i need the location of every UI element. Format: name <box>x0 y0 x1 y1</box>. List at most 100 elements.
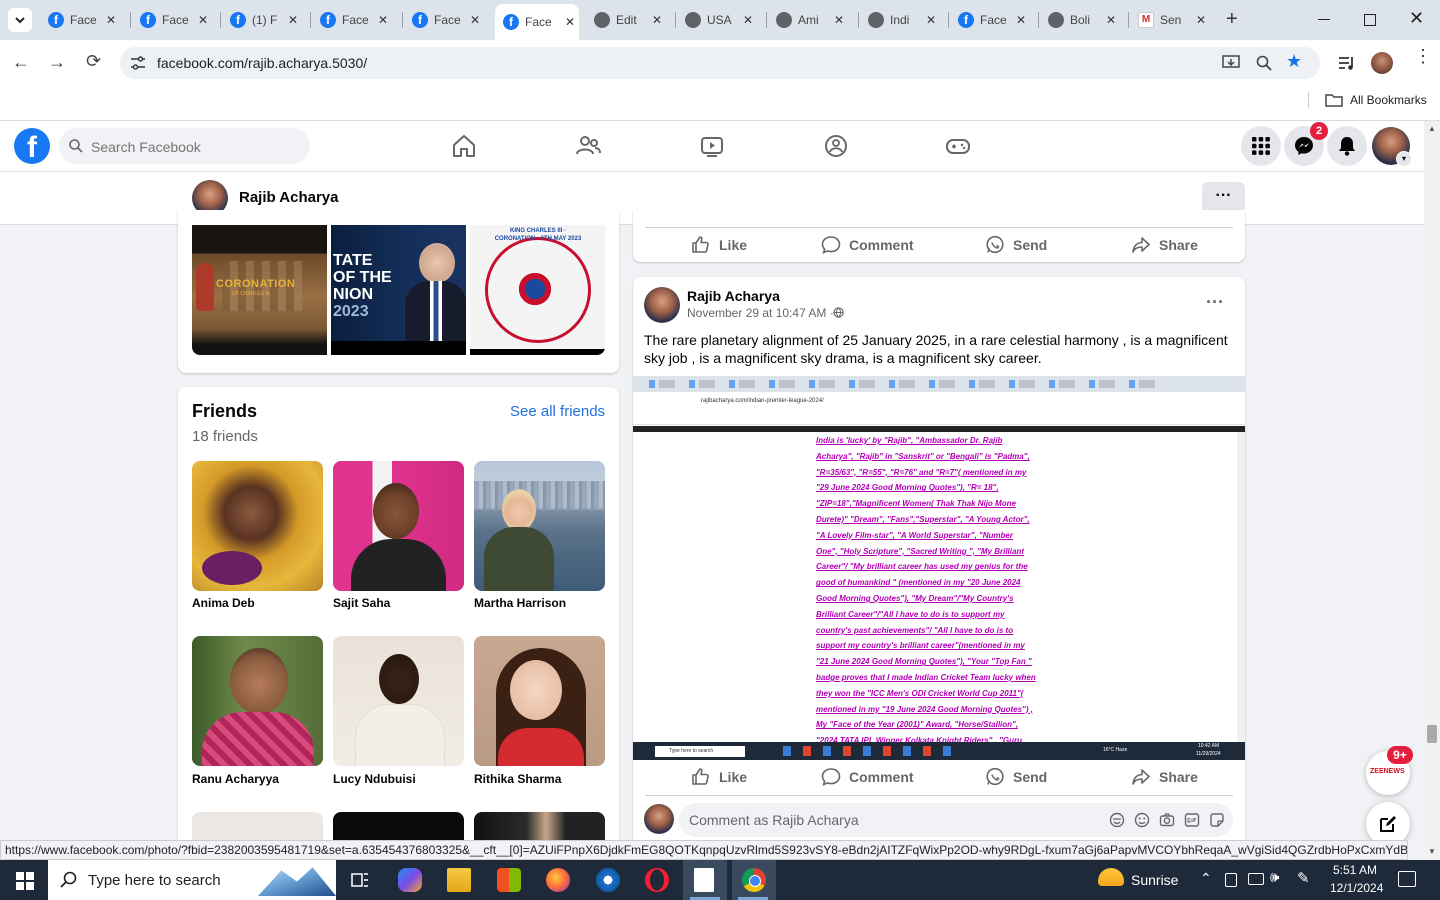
tab-close-icon[interactable]: ✕ <box>739 13 757 27</box>
post-image[interactable]: rajibacharya.com/indian-premier-league-2… <box>633 376 1245 760</box>
scroll-down-arrow-icon[interactable]: ▼ <box>1428 847 1436 856</box>
opera-icon[interactable] <box>645 868 669 892</box>
windows-start-icon[interactable] <box>16 872 34 890</box>
file-explorer-icon[interactable] <box>447 868 471 892</box>
menu-button[interactable] <box>1241 126 1281 166</box>
clock-date[interactable]: 12/1/2024 <box>1330 881 1383 895</box>
browser-tab[interactable]: f (1) F ✕ <box>222 6 302 34</box>
zoom-icon[interactable] <box>1256 55 1272 71</box>
site-info-icon[interactable] <box>130 56 146 70</box>
tab-close-icon[interactable]: ✕ <box>466 13 484 27</box>
browser-tab[interactable]: Ami ✕ <box>768 6 848 34</box>
pen-icon[interactable]: ✎ <box>1297 869 1310 887</box>
friend-name[interactable]: Rithika Sharma <box>474 772 561 786</box>
tab-close-icon[interactable]: ✕ <box>922 13 940 27</box>
scroll-up-arrow-icon[interactable]: ▲ <box>1428 124 1436 133</box>
comment-button[interactable]: Comment <box>821 235 914 255</box>
share-button[interactable]: Share <box>1131 235 1198 255</box>
post-date[interactable]: November 29 at 10:47 AM · <box>687 306 834 320</box>
new-tab-button[interactable]: + <box>1226 9 1238 29</box>
gaming-icon[interactable] <box>945 133 971 159</box>
tab-close-icon[interactable]: ✕ <box>194 13 212 27</box>
tab-search-dropdown[interactable] <box>8 8 32 32</box>
friend-photo[interactable] <box>474 461 605 591</box>
friend-name[interactable]: Lucy Ndubuisi <box>333 772 416 786</box>
sticker-icon[interactable] <box>1209 812 1225 828</box>
url-text[interactable]: facebook.com/rajib.acharya.5030/ <box>157 55 367 71</box>
page-scrollbar[interactable] <box>1424 121 1440 860</box>
account-chevron-icon[interactable]: ▾ <box>1396 151 1412 167</box>
copilot-icon[interactable] <box>398 868 422 892</box>
clock-time[interactable]: 5:51 AM <box>1333 863 1377 877</box>
app-icon[interactable] <box>596 868 620 892</box>
browser-tab[interactable]: f Face ✕ <box>312 6 392 34</box>
post-author-avatar[interactable] <box>644 287 680 323</box>
friend-photo[interactable] <box>192 812 323 842</box>
notepad-icon[interactable] <box>694 868 714 892</box>
emoji-icon[interactable] <box>1134 812 1150 828</box>
notifications-button[interactable] <box>1327 126 1367 166</box>
search-bar[interactable] <box>59 128 310 164</box>
store-icon[interactable] <box>497 868 521 892</box>
gif-icon[interactable] <box>1184 812 1200 828</box>
browser-tab[interactable]: USA ✕ <box>677 6 757 34</box>
friend-photo[interactable] <box>192 636 323 766</box>
browser-menu-icon[interactable]: ⋮ <box>1414 47 1432 65</box>
tab-close-icon[interactable]: ✕ <box>561 15 579 29</box>
page-scrollbar-thumb[interactable] <box>1427 725 1437 743</box>
browser-tab[interactable]: f Face ✕ <box>404 6 484 34</box>
comment-avatar[interactable] <box>644 804 674 834</box>
like-button[interactable]: Like <box>691 767 747 787</box>
browser-profile-avatar[interactable] <box>1371 52 1393 74</box>
task-view-icon[interactable] <box>350 870 370 890</box>
comment-box[interactable]: Comment as Rajib Acharya <box>679 803 1233 837</box>
tab-close-icon[interactable]: ✕ <box>648 13 666 27</box>
friend-photo[interactable] <box>192 461 323 591</box>
comment-input[interactable]: Comment as Rajib Acharya <box>689 812 859 828</box>
friend-photo[interactable] <box>333 461 464 591</box>
install-app-icon[interactable] <box>1222 55 1240 71</box>
media-control-icon[interactable] <box>1338 55 1356 71</box>
tab-close-icon[interactable]: ✕ <box>830 13 848 27</box>
browser-tab[interactable]: M Sen ✕ <box>1130 6 1210 34</box>
taskbar-search-input[interactable]: Type here to search <box>88 872 221 889</box>
tray-chevron-icon[interactable]: ⌃ <box>1200 870 1212 887</box>
camera-icon[interactable] <box>1159 812 1175 828</box>
comment-button[interactable]: Comment <box>821 767 914 787</box>
close-window-button[interactable]: ✕ <box>1409 8 1424 29</box>
weather-text[interactable]: Sunrise <box>1131 872 1178 888</box>
address-bar[interactable]: facebook.com/rajib.acharya.5030/ ★ <box>120 47 1320 79</box>
tab-close-icon[interactable]: ✕ <box>374 13 392 27</box>
profile-name[interactable]: Rajib Acharya <box>239 189 339 206</box>
back-button[interactable]: ← <box>12 52 30 73</box>
post-author-name[interactable]: Rajib Acharya <box>687 288 780 304</box>
friend-name[interactable]: Anima Deb <box>192 596 255 610</box>
friends-icon[interactable] <box>575 133 601 159</box>
friends-title[interactable]: Friends <box>192 401 257 422</box>
network-tray-icon[interactable] <box>1248 873 1264 885</box>
minimize-button[interactable] <box>1318 19 1330 20</box>
browser-tab[interactable]: Indi ✕ <box>860 6 940 34</box>
network-icon[interactable] <box>1225 873 1237 887</box>
avatar-sticker-icon[interactable] <box>1109 812 1125 828</box>
state-of-union-photo[interactable]: TATE OF THE NION 2023 <box>331 225 466 355</box>
coronation-seal-photo[interactable]: KING CHARLES III · CORONATION · 6TH MAY … <box>470 225 605 355</box>
browser-tab[interactable]: f Face ✕ <box>495 4 579 40</box>
browser-tab[interactable]: f Face ✕ <box>132 6 212 34</box>
post-options-button[interactable]: ··· <box>1206 292 1224 313</box>
friend-name[interactable]: Ranu Acharyya <box>192 772 279 786</box>
browser-tab[interactable]: f Face ✕ <box>40 6 120 34</box>
tab-close-icon[interactable]: ✕ <box>1012 13 1030 27</box>
audience-globe-icon[interactable] <box>833 307 844 318</box>
friend-name[interactable]: Sajit Saha <box>333 596 390 610</box>
browser-tab[interactable]: Edit ✕ <box>586 6 666 34</box>
reload-button[interactable]: ⟳ <box>86 51 101 72</box>
notification-center-icon[interactable] <box>1398 871 1416 887</box>
home-icon[interactable] <box>451 133 477 159</box>
firefox-icon[interactable] <box>546 868 570 892</box>
groups-icon[interactable] <box>823 133 849 159</box>
tab-close-icon[interactable]: ✕ <box>102 13 120 27</box>
all-bookmarks-link[interactable]: All Bookmarks <box>1350 93 1427 107</box>
facebook-logo[interactable]: f <box>14 128 50 164</box>
share-button[interactable]: Share <box>1131 767 1198 787</box>
